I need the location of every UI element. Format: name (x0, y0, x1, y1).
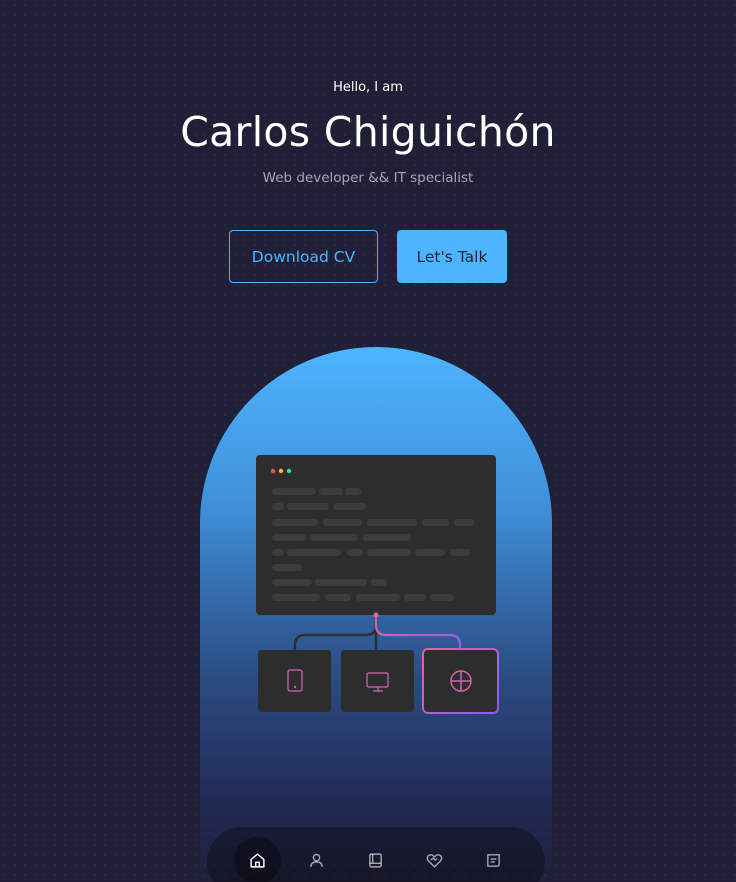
heart-handshake-icon (426, 854, 443, 868)
code-illustration (256, 455, 499, 714)
desktop-card (341, 650, 414, 712)
globe-icon (450, 670, 472, 692)
tablet-card (258, 650, 331, 712)
nav-services[interactable] (411, 837, 458, 882)
lets-talk-button[interactable]: Let's Talk (397, 230, 507, 283)
book-icon (369, 853, 382, 868)
greeting-text: Hello, I am (333, 80, 403, 95)
nav-about[interactable] (293, 837, 340, 882)
nav-contact[interactable] (470, 837, 517, 882)
download-cv-button[interactable]: Download CV (229, 230, 378, 283)
hero-role: Web developer && IT specialist (262, 170, 474, 186)
nav-experience[interactable] (352, 837, 399, 882)
bottom-nav (207, 827, 545, 882)
home-icon (250, 853, 265, 868)
cta-group: Download CV Let's Talk (0, 230, 736, 283)
user-icon (310, 853, 323, 867)
nav-home[interactable] (234, 837, 281, 882)
message-icon (487, 854, 500, 867)
hero-name: Carlos Chiguichón (180, 108, 556, 156)
hero-image-container (200, 347, 552, 882)
